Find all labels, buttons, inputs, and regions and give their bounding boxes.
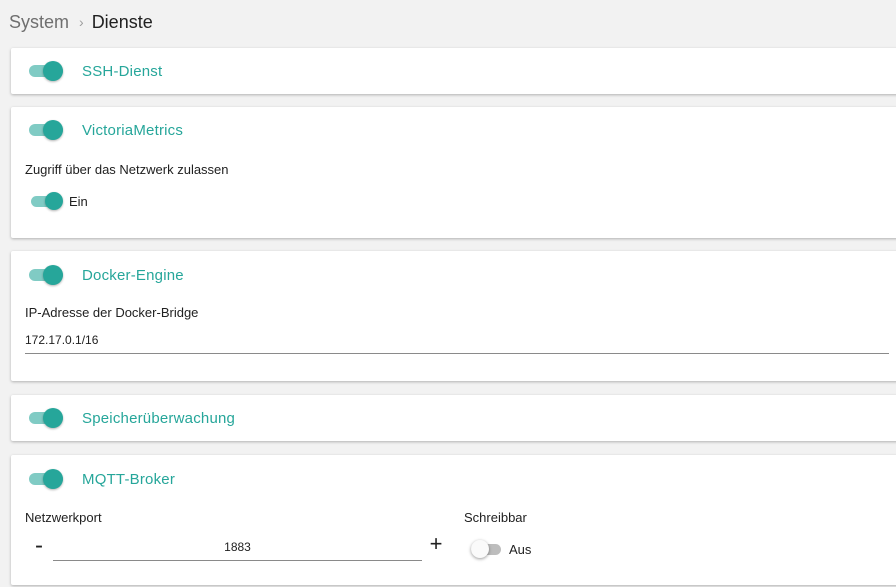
- memory-monitoring-title: Speicherüberwachung: [82, 409, 236, 427]
- network-access-row: Ein: [31, 192, 88, 210]
- toggle-thumb: [45, 192, 63, 210]
- breadcrumb-current: Dienste: [91, 12, 153, 32]
- services-page: System › Dienste SSH-Dienst VictoriaMetr…: [0, 0, 896, 587]
- port-increment-button[interactable]: +: [427, 533, 445, 555]
- docker-engine-title: Docker-Engine: [82, 266, 184, 284]
- memory-monitoring-header: Speicherüberwachung: [29, 408, 235, 428]
- mqtt-broker-toggle[interactable]: [29, 469, 63, 489]
- docker-engine-card: Docker-Engine IP-Adresse der Docker-Brid…: [11, 251, 896, 381]
- victoriametrics-service-title: VictoriaMetrics: [82, 121, 184, 139]
- network-port-input[interactable]: [53, 540, 422, 560]
- network-access-state: Ein: [69, 193, 88, 209]
- docker-engine-toggle[interactable]: [29, 265, 63, 285]
- ssh-service-title: SSH-Dienst: [82, 62, 163, 80]
- victoriametrics-service-header: VictoriaMetrics: [29, 120, 183, 140]
- memory-monitoring-toggle[interactable]: [29, 408, 63, 428]
- victoriametrics-service-toggle[interactable]: [29, 120, 63, 140]
- docker-bridge-input[interactable]: [25, 333, 889, 353]
- writable-label: Schreibbar: [464, 510, 527, 525]
- writable-toggle[interactable]: [471, 540, 503, 558]
- network-access-label: Zugriff über das Netzwerk zulassen: [25, 162, 229, 177]
- mqtt-broker-header: MQTT-Broker: [29, 469, 175, 489]
- docker-bridge-field: [25, 331, 889, 354]
- chevron-right-icon: ›: [79, 14, 84, 30]
- toggle-thumb: [471, 540, 489, 558]
- docker-bridge-label: IP-Adresse der Docker-Bridge: [25, 305, 199, 320]
- network-access-toggle[interactable]: [31, 192, 63, 210]
- mqtt-broker-title: MQTT-Broker: [82, 470, 176, 488]
- docker-engine-header: Docker-Engine: [29, 265, 184, 285]
- memory-monitoring-card: Speicherüberwachung: [11, 395, 896, 441]
- network-port-label: Netzwerkport: [25, 510, 102, 525]
- writable-state: Aus: [509, 541, 532, 557]
- mqtt-broker-card: MQTT-Broker Netzwerkport - + Schreibbar …: [11, 455, 896, 585]
- victoriametrics-service-card: VictoriaMetrics Zugriff über das Netzwer…: [11, 107, 896, 238]
- breadcrumb: System › Dienste: [9, 10, 153, 34]
- network-port-field: [53, 538, 422, 561]
- ssh-service-header: SSH-Dienst: [29, 61, 162, 81]
- port-decrement-button[interactable]: -: [30, 534, 48, 558]
- ssh-service-card: SSH-Dienst: [11, 48, 896, 94]
- toggle-thumb: [43, 61, 63, 81]
- breadcrumb-system[interactable]: System: [9, 10, 69, 34]
- toggle-thumb: [43, 120, 63, 140]
- toggle-thumb: [43, 469, 63, 489]
- writable-row: Aus: [471, 540, 531, 558]
- toggle-thumb: [43, 408, 63, 428]
- ssh-service-toggle[interactable]: [29, 61, 63, 81]
- toggle-thumb: [43, 265, 63, 285]
